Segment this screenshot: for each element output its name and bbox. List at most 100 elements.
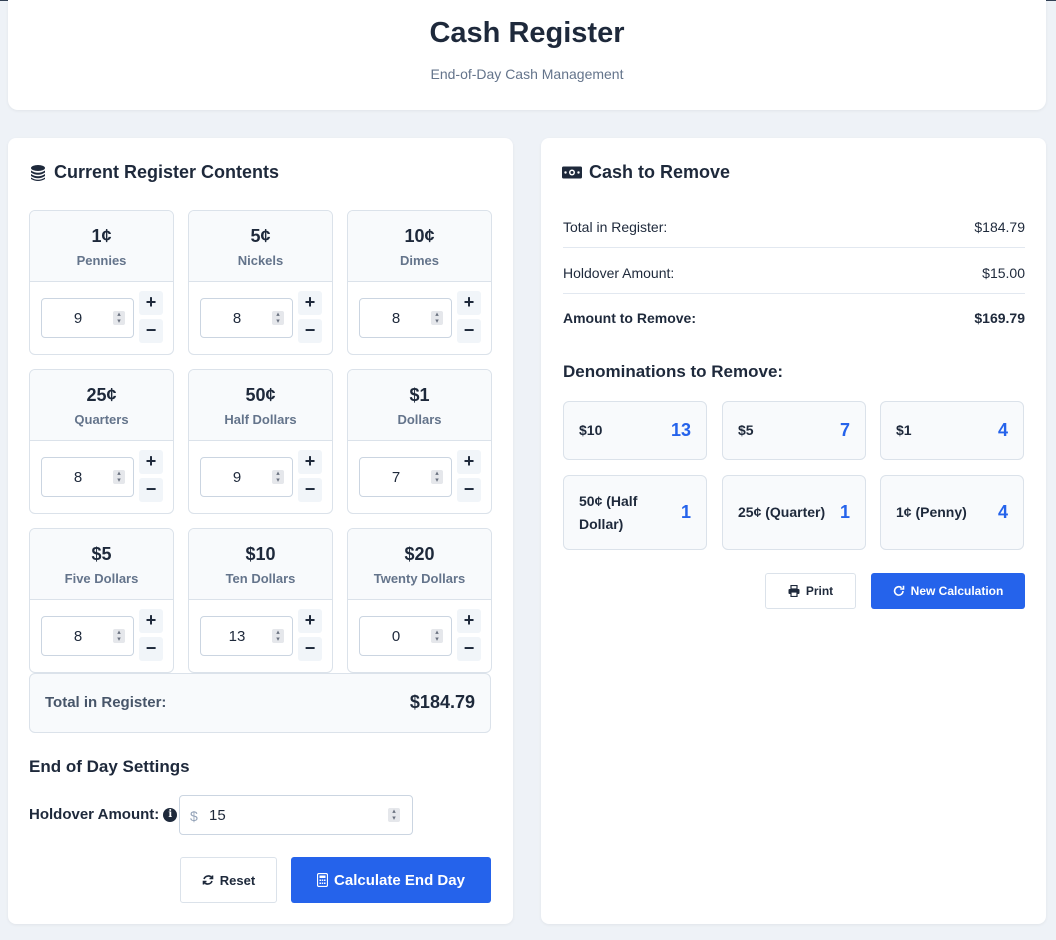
denomination-card-pennies: 1¢ Pennies 9 ▴ ▾ + − — [29, 210, 174, 355]
nickels-count-input[interactable]: 8 ▴ ▾ — [200, 298, 293, 338]
remove-item-penny: 1¢ (Penny) 4 — [880, 475, 1024, 550]
denomination-value: 10¢ — [404, 226, 435, 246]
spinner-icon[interactable]: ▴ ▾ — [272, 629, 284, 643]
remove-item-label: 25¢ (Quarter) — [738, 504, 826, 520]
spinner-icon[interactable]: ▴ ▾ — [113, 629, 125, 643]
dollars-increment-button[interactable]: + — [457, 450, 481, 474]
refresh-icon — [202, 875, 214, 885]
summary-row-holdover: Holdover Amount: $15.00 — [563, 265, 1025, 281]
summary-label: Amount to Remove: — [563, 310, 696, 326]
five-dollars-count-input[interactable]: 8 ▴ ▾ — [41, 616, 134, 656]
reset-button-label: Reset — [219, 872, 256, 888]
spinner-icon[interactable]: ▴ ▾ — [388, 808, 400, 822]
holdover-value: 15 — [209, 807, 226, 824]
remove-item-count: 13 — [670, 420, 691, 440]
twenty-dollars-decrement-button[interactable]: − — [457, 637, 481, 661]
remove-item-quarter: 25¢ (Quarter) 1 — [722, 475, 866, 550]
half-dollars-decrement-button[interactable]: − — [298, 478, 322, 502]
calculate-end-day-button[interactable]: Calculate End Day — [291, 857, 491, 903]
half-dollars-count-input[interactable]: 9 ▴ ▾ — [200, 457, 293, 497]
remove-item-count: 4 — [997, 420, 1008, 440]
denomination-value: 25¢ — [86, 385, 117, 405]
holdover-amount-input[interactable]: $ 15 ▴ ▾ — [179, 795, 413, 835]
remove-item-count: 1 — [839, 502, 850, 522]
page-title: Cash Register — [429, 17, 625, 49]
denomination-name: Dimes — [399, 253, 440, 268]
spinner-icon[interactable]: ▴ ▾ — [431, 470, 443, 484]
nickels-decrement-button[interactable]: − — [298, 319, 322, 343]
denomination-name: Five Dollars — [64, 571, 139, 586]
spinner-icon[interactable]: ▴ ▾ — [431, 629, 443, 643]
remove-item-label: $1 — [896, 422, 912, 438]
spinner-icon[interactable]: ▴ ▾ — [113, 311, 125, 325]
spinner-icon[interactable]: ▴ ▾ — [272, 470, 284, 484]
quarters-increment-button[interactable]: + — [139, 450, 163, 474]
denomination-value: 5¢ — [250, 226, 271, 246]
summary-value: $15.00 — [982, 265, 1025, 281]
print-button-label: Print — [805, 584, 834, 598]
remove-item-count: 7 — [839, 420, 850, 440]
half-dollars-increment-button[interactable]: + — [298, 450, 322, 474]
denomination-name: Twenty Dollars — [373, 571, 466, 586]
denomination-name: Quarters — [74, 412, 129, 427]
reset-button[interactable]: Reset — [180, 857, 277, 903]
remove-item-10-dollars: $10 13 — [563, 401, 707, 460]
remove-item-label: $5 — [738, 422, 754, 438]
summary-row-amount-to-remove: Amount to Remove: $169.79 — [563, 310, 1025, 326]
dimes-decrement-button[interactable]: − — [457, 319, 481, 343]
spinner-icon[interactable]: ▴ ▾ — [272, 311, 284, 325]
twenty-dollars-increment-button[interactable]: + — [457, 609, 481, 633]
quarters-decrement-button[interactable]: − — [139, 478, 163, 502]
pennies-increment-button[interactable]: + — [139, 291, 163, 315]
register-total-value: $184.79 — [409, 692, 475, 712]
pennies-decrement-button[interactable]: − — [139, 319, 163, 343]
end-of-day-settings-title: End of Day Settings — [29, 757, 190, 776]
count-value: 8 — [391, 310, 401, 327]
dimes-count-input[interactable]: 8 ▴ ▾ — [359, 298, 452, 338]
register-title-text: Current Register Contents — [54, 162, 280, 182]
nickels-increment-button[interactable]: + — [298, 291, 322, 315]
denomination-value: $5 — [91, 544, 112, 564]
printer-icon — [788, 585, 800, 597]
currency-symbol: $ — [190, 808, 198, 824]
ten-dollars-decrement-button[interactable]: − — [298, 637, 322, 661]
count-value: 9 — [232, 469, 242, 486]
redo-icon — [893, 585, 904, 596]
calculator-icon — [317, 873, 329, 887]
denomination-card-ten-dollars: $10 Ten Dollars 13 ▴ ▾ + − — [188, 528, 333, 673]
denomination-card-dollars: $1 Dollars 7 ▴ ▾ + − — [347, 369, 492, 514]
remove-item-count: 1 — [680, 502, 691, 522]
denomination-name: Nickels — [237, 253, 284, 268]
ten-dollars-count-input[interactable]: 13 ▴ ▾ — [200, 616, 293, 656]
cash-to-remove-title-text: Cash to Remove — [589, 162, 731, 182]
cash-to-remove-title: Cash to Remove — [562, 162, 730, 183]
summary-value: $184.79 — [974, 219, 1025, 235]
denomination-name: Dollars — [397, 412, 442, 427]
ten-dollars-increment-button[interactable]: + — [298, 609, 322, 633]
denomination-value: 50¢ — [245, 385, 276, 405]
coins-icon — [31, 164, 45, 181]
dollars-decrement-button[interactable]: − — [457, 478, 481, 502]
divider — [563, 247, 1025, 248]
dollars-count-input[interactable]: 7 ▴ ▾ — [359, 457, 452, 497]
pennies-count-input[interactable]: 9 ▴ ▾ — [41, 298, 134, 338]
new-calculation-button-label: New Calculation — [910, 584, 1004, 598]
five-dollars-decrement-button[interactable]: − — [139, 637, 163, 661]
spinner-icon[interactable]: ▴ ▾ — [113, 470, 125, 484]
summary-label: Total in Register: — [563, 219, 668, 235]
denomination-value: $10 — [245, 544, 276, 564]
print-button[interactable]: Print — [765, 573, 856, 609]
count-value: 7 — [391, 469, 401, 486]
denomination-card-twenty-dollars: $20 Twenty Dollars 0 ▴ ▾ + − — [347, 528, 492, 673]
remove-item-label: $10 — [579, 422, 603, 438]
denomination-value: $1 — [409, 385, 430, 405]
five-dollars-increment-button[interactable]: + — [139, 609, 163, 633]
twenty-dollars-count-input[interactable]: 0 ▴ ▾ — [359, 616, 452, 656]
denomination-value: 1¢ — [91, 226, 112, 246]
dimes-increment-button[interactable]: + — [457, 291, 481, 315]
new-calculation-button[interactable]: New Calculation — [871, 573, 1025, 609]
quarters-count-input[interactable]: 8 ▴ ▾ — [41, 457, 134, 497]
info-icon[interactable]: i — [163, 807, 178, 822]
count-value: 8 — [73, 628, 83, 645]
spinner-icon[interactable]: ▴ ▾ — [431, 311, 443, 325]
